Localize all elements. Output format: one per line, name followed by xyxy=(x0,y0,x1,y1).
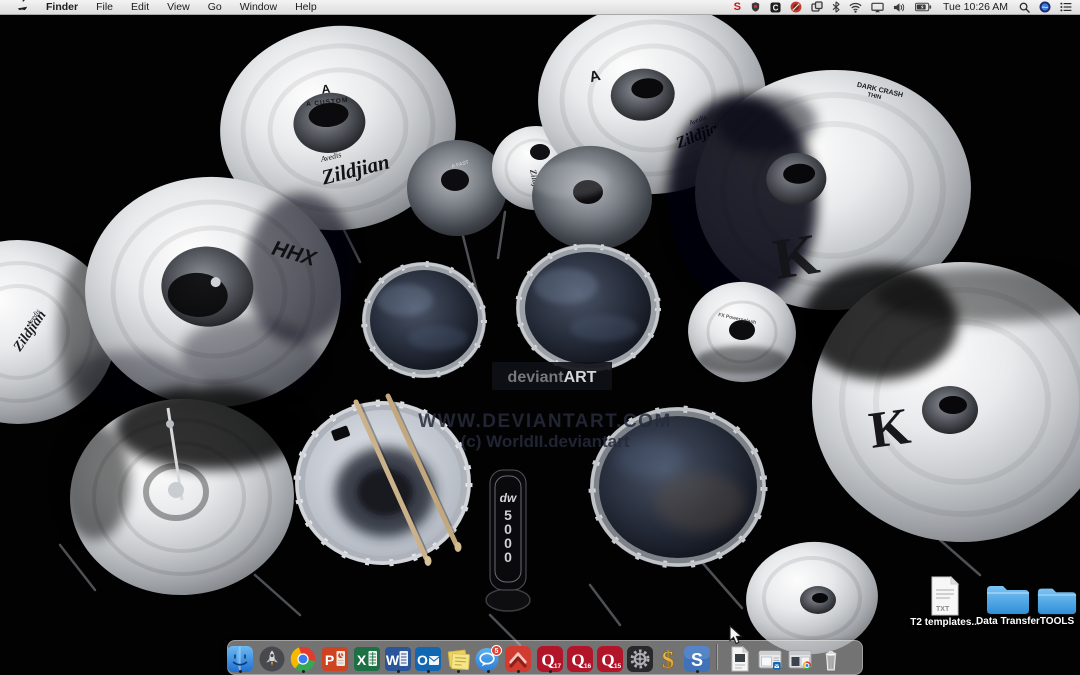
dock-trash-icon[interactable] xyxy=(817,645,845,673)
apple-menu-icon[interactable] xyxy=(8,0,37,15)
bluetooth-icon[interactable] xyxy=(832,1,840,13)
spotlight-icon[interactable] xyxy=(1019,2,1030,13)
volume-icon[interactable] xyxy=(893,2,906,13)
c-app-icon[interactable]: C xyxy=(770,2,781,13)
watermark-credit: (c) WorldII.deviantart xyxy=(461,432,630,451)
rack-tom-2 xyxy=(516,244,660,372)
dock-powerpoint-icon[interactable]: P xyxy=(321,645,349,673)
dock-finder-icon[interactable] xyxy=(226,645,254,673)
dock-quickbooks-2017-icon[interactable]: Q 17 xyxy=(536,645,564,673)
desktop-screen: Avedis Zildjian A A CUSTOM Avedis Zildji… xyxy=(0,0,1080,675)
wallpaper-drumkit: Avedis Zildjian A A CUSTOM Avedis Zildji… xyxy=(0,0,1080,675)
svg-text:P: P xyxy=(325,652,334,668)
badge-count: 5 xyxy=(495,648,499,655)
svg-text:W: W xyxy=(386,652,400,668)
mouse-cursor xyxy=(729,625,744,651)
dock-word-icon[interactable]: W xyxy=(384,645,412,673)
desktop-icon-label: TOOLS xyxy=(1022,616,1080,627)
running-indicator xyxy=(696,670,699,673)
svg-text:Q: Q xyxy=(541,651,554,670)
svg-text:Q: Q xyxy=(571,651,584,670)
menu-app-name[interactable]: Finder xyxy=(37,0,87,14)
running-indicator xyxy=(302,670,305,673)
watermark-logo: deviantART xyxy=(508,369,597,386)
dock-minimized-window-chrome[interactable] xyxy=(786,645,814,673)
svg-text:15: 15 xyxy=(614,663,622,670)
battery-icon[interactable] xyxy=(915,2,932,12)
notification-center-icon[interactable] xyxy=(1060,2,1072,12)
desktop-icon-tools[interactable]: TOOLS xyxy=(1022,585,1080,627)
cymbal-k-logo: K xyxy=(866,398,915,460)
menu-window[interactable]: Window xyxy=(231,0,286,14)
svg-text:O: O xyxy=(417,652,428,668)
dock-excel-icon[interactable]: X xyxy=(353,645,381,673)
apple-icon xyxy=(17,0,28,11)
folder-icon xyxy=(1036,585,1078,615)
display-mirroring-icon[interactable] xyxy=(871,2,884,13)
running-indicator xyxy=(487,670,490,673)
pedal-brand-text: dw xyxy=(500,491,517,505)
cymbal-small-dark: A FAST xyxy=(407,140,507,236)
svg-text:17: 17 xyxy=(554,663,562,670)
watermark-url: WWW.DEVIANTART.COM xyxy=(418,411,672,432)
running-indicator xyxy=(549,670,552,673)
dock-finance-icon[interactable]: $ xyxy=(654,645,682,673)
menu-help[interactable]: Help xyxy=(286,0,326,14)
menu-edit[interactable]: Edit xyxy=(122,0,158,14)
pedal-model-text: 5000 xyxy=(504,507,512,565)
rack-tom-1 xyxy=(362,262,486,378)
svg-text:C: C xyxy=(773,3,779,12)
menu-bar-left: Finder File Edit View Go Window Help xyxy=(8,0,326,14)
menu-bar-status: S C Tue 10:26 AM xyxy=(734,0,1072,14)
screen-share-icon[interactable] xyxy=(811,1,823,13)
dock-minimized-window-outlook[interactable] xyxy=(756,645,784,673)
desktop-icon-label: T2 templates... xyxy=(910,617,980,628)
svg-text:16: 16 xyxy=(584,663,592,670)
running-indicator xyxy=(427,670,430,673)
dock-settings-icon[interactable] xyxy=(626,645,654,673)
svg-text:X: X xyxy=(357,652,367,668)
dock-chrome-icon[interactable] xyxy=(289,645,317,673)
svg-text:Q: Q xyxy=(601,651,614,670)
dock-s-app-icon[interactable]: S xyxy=(683,645,711,673)
dock-messages-icon[interactable]: 5 xyxy=(474,645,502,673)
dock-remote-access-icon[interactable] xyxy=(504,645,532,673)
skype-icon[interactable]: S xyxy=(734,0,741,14)
running-indicator xyxy=(239,670,242,673)
menu-go[interactable]: Go xyxy=(199,0,231,14)
siri-icon[interactable] xyxy=(1039,1,1051,13)
menu-bar: Finder File Edit View Go Window Help S C… xyxy=(0,0,1080,15)
dock-separator xyxy=(716,644,717,670)
menu-bar-clock[interactable]: Tue 10:26 AM xyxy=(941,1,1010,13)
menu-view[interactable]: View xyxy=(158,0,199,14)
svg-text:S: S xyxy=(691,650,703,670)
shield-icon[interactable] xyxy=(750,1,761,13)
dock-quickbooks-2015-icon[interactable]: Q 15 xyxy=(596,645,624,673)
dock-stickies-icon[interactable] xyxy=(444,645,472,673)
dock-quickbooks-2016-icon[interactable]: Q 16 xyxy=(566,645,594,673)
running-indicator xyxy=(517,670,520,673)
svg-text:TXT: TXT xyxy=(936,606,950,613)
cymbal-text: A xyxy=(321,82,331,97)
wifi-icon[interactable] xyxy=(849,2,862,13)
dock-launchpad-icon[interactable] xyxy=(258,645,286,673)
txt-file-icon: TXT xyxy=(929,576,961,616)
record-icon[interactable] xyxy=(790,1,802,13)
desktop-icon-t2-templates[interactable]: TXT T2 templates... xyxy=(910,576,980,628)
menu-file[interactable]: File xyxy=(87,0,122,14)
dock-outlook-icon[interactable]: O xyxy=(414,645,442,673)
running-indicator xyxy=(457,670,460,673)
running-indicator xyxy=(397,670,400,673)
svg-text:$: $ xyxy=(662,647,675,673)
